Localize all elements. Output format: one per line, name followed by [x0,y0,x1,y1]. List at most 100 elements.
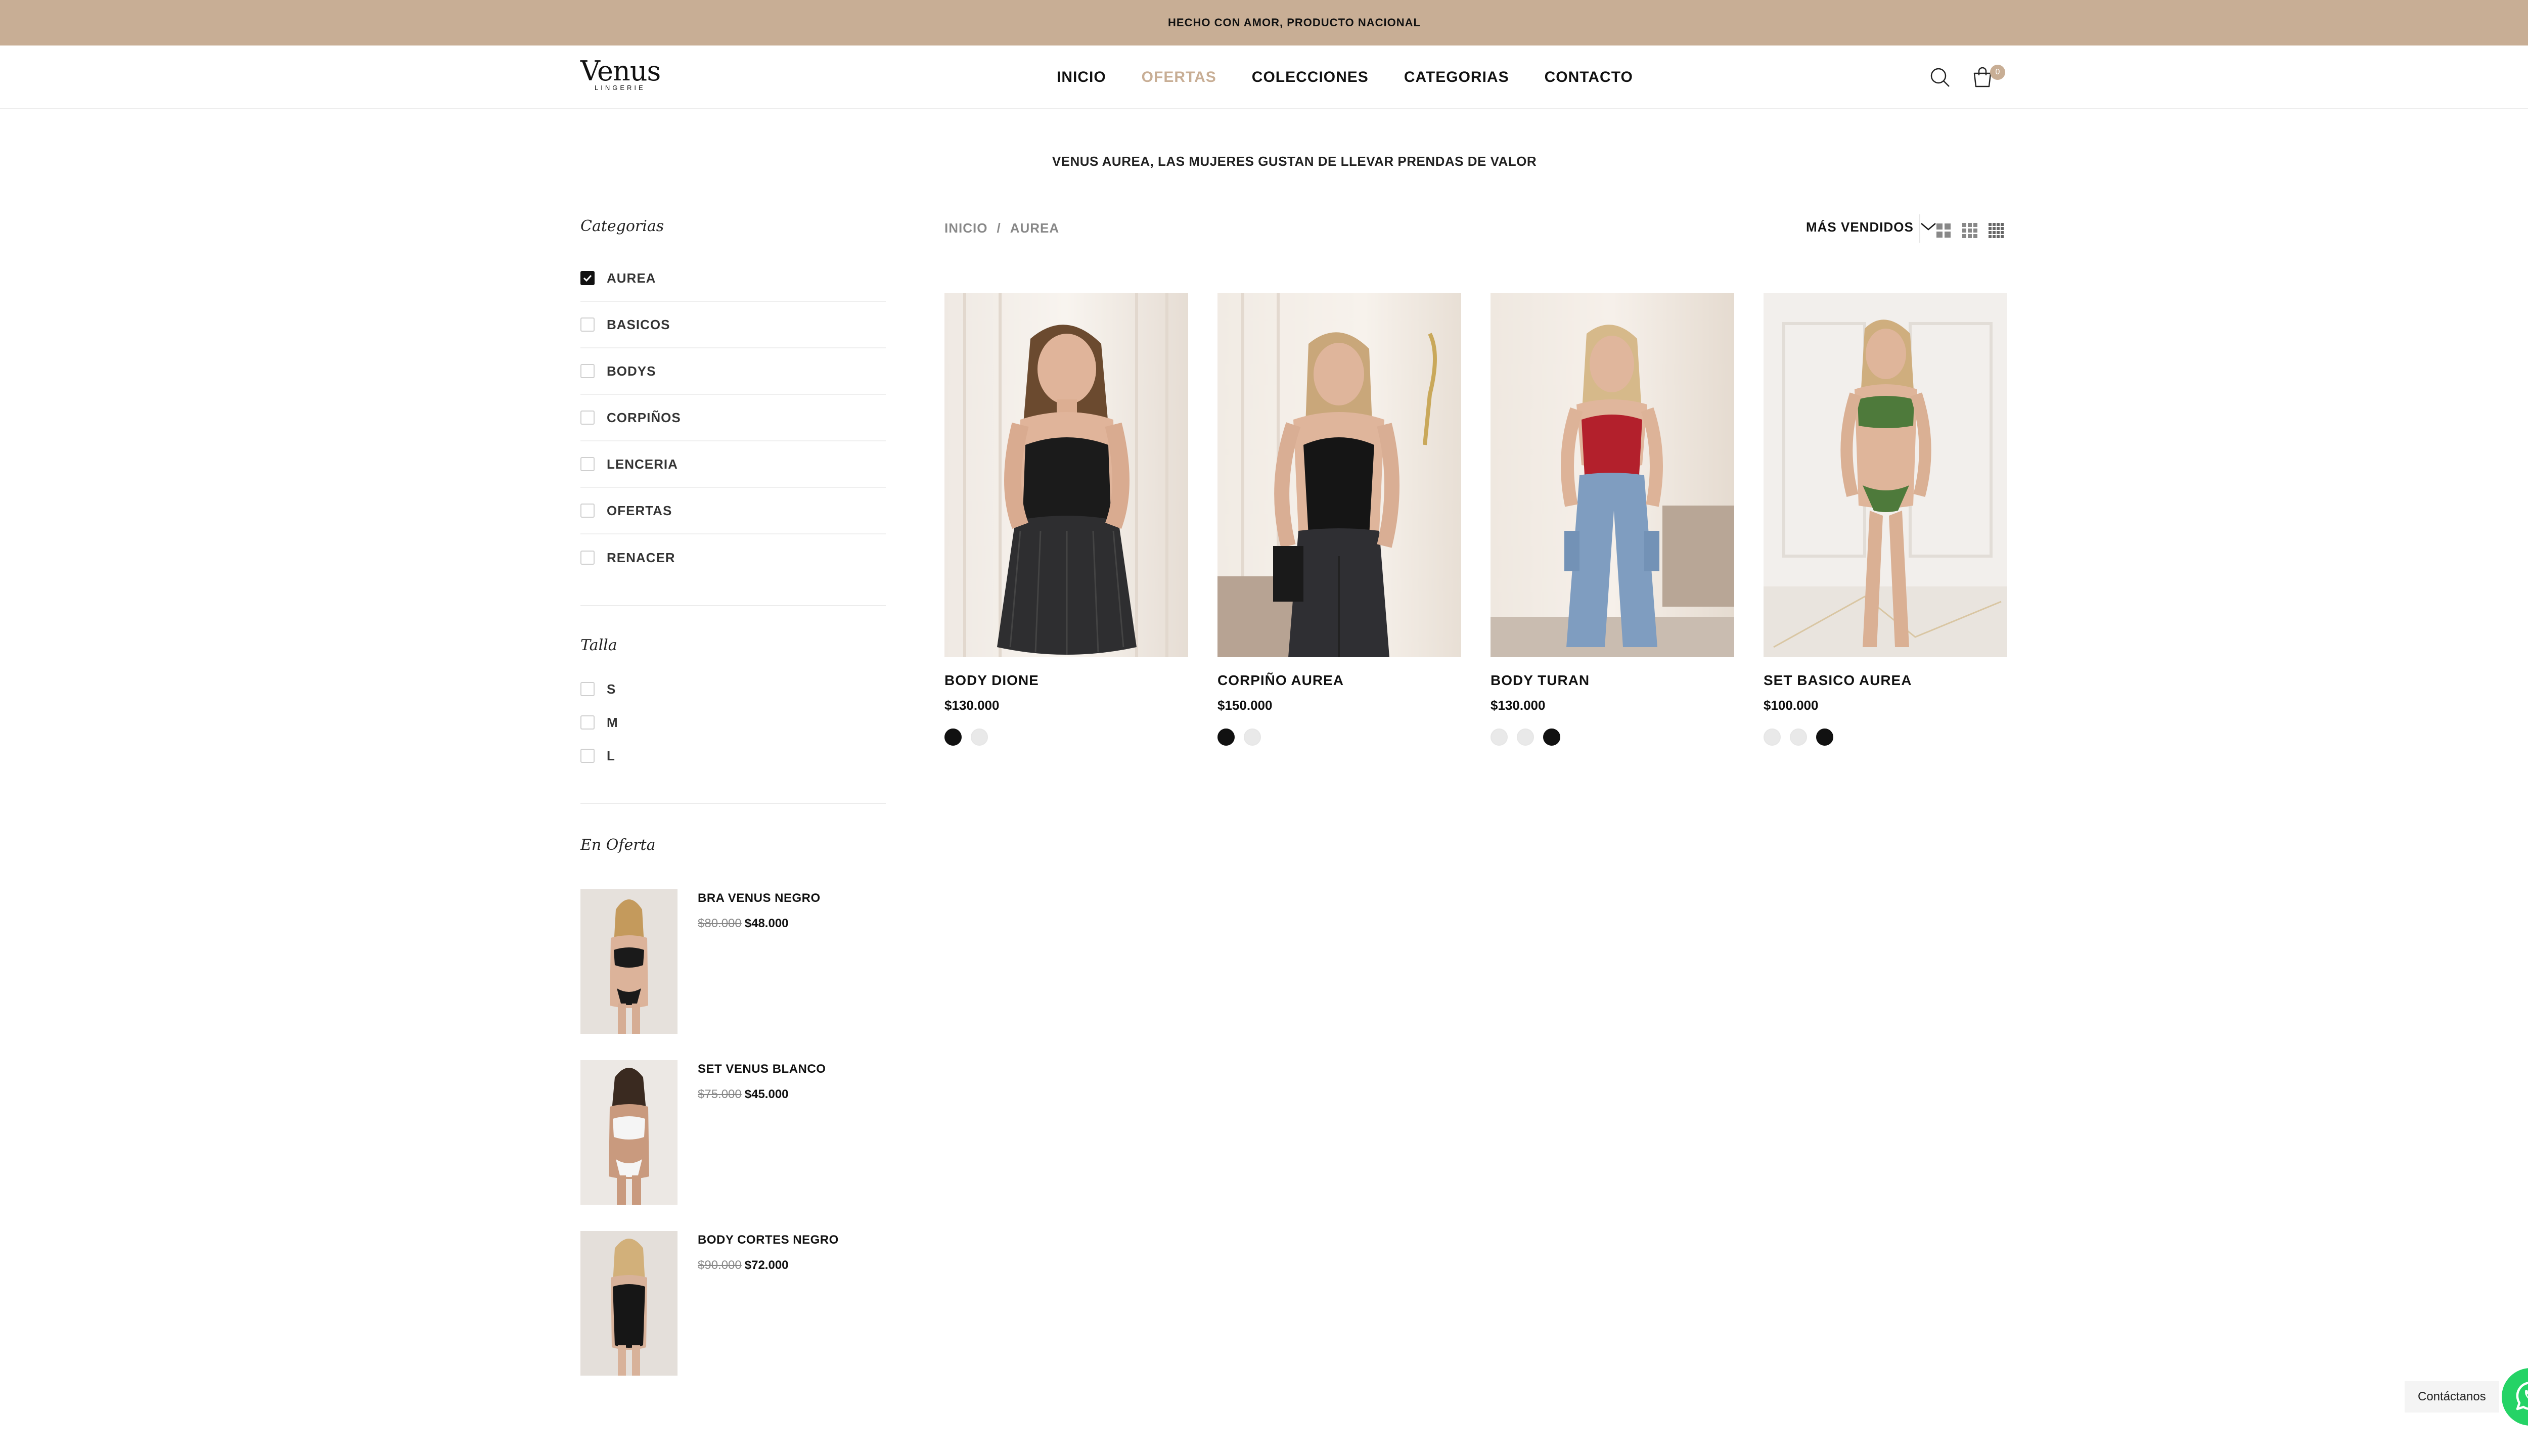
product-image[interactable] [944,293,1188,657]
whatsapp-label[interactable]: Contáctanos [2405,1381,2499,1413]
category-label: BODYS [607,363,656,379]
checkbox[interactable] [580,504,595,518]
color-swatch-black[interactable] [1816,729,1833,746]
checkbox[interactable] [580,715,595,730]
color-swatches [1764,729,2007,746]
breadcrumb-current: AUREA [1010,220,1060,236]
color-swatch-light[interactable] [1790,729,1807,746]
category-label: AUREA [607,270,656,286]
brand-logo[interactable]: Venus LINGERIE [580,58,666,94]
product-image[interactable] [1491,293,1734,657]
nav-colecciones[interactable]: COLECCIONES [1252,69,1369,86]
category-filter-basicos[interactable]: BASICOS [580,302,886,348]
checkbox[interactable] [580,682,595,696]
color-swatch-black[interactable] [1543,729,1560,746]
product-card[interactable]: BODY DIONE $130.000 [944,293,1188,746]
product-price: $130.000 [944,698,1000,713]
offer-old-price: $90.000 [698,1258,742,1272]
grid-3-icon[interactable] [1961,221,1979,240]
offer-new-price: $45.000 [744,1087,789,1101]
color-swatches [1217,729,1461,746]
color-swatch-light[interactable] [1764,729,1781,746]
product-image[interactable] [1764,293,2007,657]
category-label: CORPIÑOS [607,410,681,425]
size-label: M [607,714,618,730]
size-filter-s[interactable]: S [580,672,886,706]
sort-dropdown[interactable]: MÁS VENDIDOS [1806,219,1937,235]
sort-label: MÁS VENDIDOS [1806,219,1914,235]
offer-name[interactable]: BODY CORTES NEGRO [698,1233,839,1247]
size-label: L [607,748,615,763]
grid-view-switcher [1934,221,2013,240]
product-image[interactable] [1217,293,1461,657]
size-filter-l[interactable]: L [580,739,886,772]
category-filter-corpinos[interactable]: CORPIÑOS [580,395,886,441]
product-name[interactable]: CORPIÑO AUREA [1217,672,1461,689]
offer-item[interactable]: BRA VENUS NEGRO $80.000 $48.000 [580,889,886,1034]
offer-thumbnail[interactable] [580,1231,678,1376]
checkbox[interactable] [580,551,595,565]
offer-item[interactable]: BODY CORTES NEGRO $90.000 $72.000 [580,1231,886,1376]
nav-categorias[interactable]: CATEGORIAS [1404,69,1509,86]
product-name[interactable]: SET BASICO AUREA [1764,672,2007,689]
category-label: RENACER [607,550,675,565]
offer-thumbnail[interactable] [580,889,678,1034]
category-label: OFERTAS [607,503,672,518]
product-card[interactable]: CORPIÑO AUREA $150.000 [1217,293,1461,746]
grid-4-icon[interactable] [1987,221,2005,240]
offer-name[interactable]: SET VENUS BLANCO [698,1062,826,1076]
checkbox[interactable] [580,411,595,425]
size-title: Talla [580,636,617,654]
product-price: $100.000 [1764,698,1819,713]
checkbox[interactable] [580,457,595,471]
offer-name[interactable]: BRA VENUS NEGRO [698,891,821,905]
checkbox[interactable] [580,317,595,332]
category-filter-aurea[interactable]: AUREA [580,255,886,302]
product-price: $150.000 [1217,698,1273,713]
offers-title: En Oferta [580,836,656,854]
announcement-bar: HECHO CON AMOR, PRODUCTO NACIONAL [0,0,2528,46]
category-filter-bodys[interactable]: BODYS [580,348,886,395]
color-swatches [944,729,1188,746]
sidebar-divider [580,605,886,606]
product-grid: BODY DIONE $130.000 CORPIÑO AUREA $150.0… [944,293,2007,746]
color-swatch-light[interactable] [1244,729,1261,746]
sidebar-divider [580,803,886,804]
offer-thumbnail[interactable] [580,1060,678,1205]
nav-contacto[interactable]: CONTACTO [1545,69,1633,86]
offer-new-price: $48.000 [744,917,789,930]
size-filter-list: S M L [580,672,886,772]
checkbox[interactable] [580,364,595,378]
breadcrumb: INICIO / AUREA [944,220,1059,236]
category-filter-ofertas[interactable]: OFERTAS [580,488,886,534]
color-swatch-light[interactable] [1517,729,1534,746]
breadcrumb-home[interactable]: INICIO [944,220,987,236]
product-name[interactable]: BODY TURAN [1491,672,1734,689]
nav-ofertas[interactable]: OFERTAS [1142,69,1216,86]
cart-icon[interactable]: 0 [1969,64,2005,91]
checkbox-checked[interactable] [580,271,595,285]
nav-inicio[interactable]: INICIO [1057,69,1106,86]
color-swatch-black[interactable] [1217,729,1235,746]
offer-item[interactable]: SET VENUS BLANCO $75.000 $45.000 [580,1060,886,1205]
product-name[interactable]: BODY DIONE [944,672,1188,689]
checkbox[interactable] [580,749,595,763]
search-icon[interactable] [1926,64,1954,91]
color-swatch-black[interactable] [944,729,962,746]
grid-2-icon[interactable] [1934,221,1953,240]
category-filter-lenceria[interactable]: LENCERIA [580,441,886,488]
color-swatch-light[interactable] [1491,729,1508,746]
product-price: $130.000 [1491,698,1546,713]
color-swatch-light[interactable] [971,729,988,746]
category-label: BASICOS [607,316,670,332]
announcement-text: HECHO CON AMOR, PRODUCTO NACIONAL [1168,16,1421,29]
size-label: S [607,681,616,697]
cart-count-badge: 0 [1990,65,2005,80]
offers-list: BRA VENUS NEGRO $80.000 $48.000 SET VENUS… [580,889,886,1376]
offer-new-price: $72.000 [744,1258,789,1272]
product-card[interactable]: SET BASICO AUREA $100.000 [1764,293,2007,746]
size-filter-m[interactable]: M [580,706,886,739]
whatsapp-button[interactable] [2502,1368,2528,1426]
category-filter-renacer[interactable]: RENACER [580,534,886,581]
product-card[interactable]: BODY TURAN $130.000 [1491,293,1734,746]
